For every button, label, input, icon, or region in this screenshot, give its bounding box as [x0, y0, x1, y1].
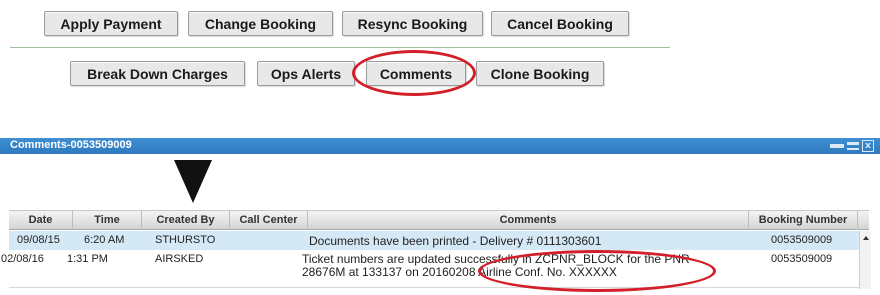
- dialog-title: Comments-0053509009: [10, 139, 132, 151]
- cell-created-by: STHURSTO: [155, 234, 216, 246]
- close-icon[interactable]: x: [862, 140, 874, 152]
- cell-time: 1:31 PM: [67, 253, 108, 265]
- cancel-booking-button[interactable]: Cancel Booking: [491, 11, 629, 36]
- cell-booking-number: 0053509009: [771, 234, 833, 246]
- comments-table-header: Date Time Created By Call Center Comment…: [9, 210, 869, 230]
- window-controls: x: [830, 139, 874, 153]
- column-header-created-by[interactable]: Created By: [142, 211, 230, 230]
- toolbar-divider: [10, 47, 670, 48]
- cell-date: 02/08/16: [1, 253, 44, 265]
- column-header-call-center[interactable]: Call Center: [230, 211, 308, 230]
- comments-dialog: Comments-0053509009 x Date Time Created …: [0, 138, 880, 295]
- vertical-scrollbar[interactable]: [859, 231, 871, 289]
- comments-button[interactable]: Comments: [366, 61, 466, 86]
- cell-booking-number: 0053509009: [771, 253, 833, 265]
- cell-time: 6:20 AM: [84, 234, 125, 246]
- minimize-icon[interactable]: [830, 144, 844, 148]
- cell-comment: Ticket numbers are updated successfully …: [302, 252, 690, 279]
- break-down-charges-button[interactable]: Break Down Charges: [70, 61, 245, 86]
- cell-created-by: AIRSKED: [155, 253, 204, 265]
- ops-alerts-button[interactable]: Ops Alerts: [257, 61, 355, 86]
- scroll-up-icon[interactable]: [863, 236, 869, 240]
- maximize-icon[interactable]: [847, 142, 859, 150]
- clone-booking-button[interactable]: Clone Booking: [476, 61, 604, 86]
- column-header-time[interactable]: Time: [73, 211, 142, 230]
- resync-booking-button[interactable]: Resync Booking: [342, 11, 483, 36]
- column-header-comments[interactable]: Comments: [308, 211, 749, 230]
- dialog-titlebar: Comments-0053509009 x: [0, 138, 880, 154]
- cell-comment: Documents have been printed - Delivery #…: [309, 234, 602, 248]
- table-row[interactable]: 02/08/16 1:31 PM AIRSKED Ticket numbers …: [1, 250, 859, 288]
- column-header-date[interactable]: Date: [9, 211, 73, 230]
- down-arrow-pointer-icon: [174, 160, 212, 203]
- change-booking-button[interactable]: Change Booking: [188, 11, 333, 36]
- apply-payment-button[interactable]: Apply Payment: [44, 11, 178, 36]
- table-row[interactable]: 09/08/15 6:20 AM STHURSTO Documents have…: [9, 231, 859, 250]
- cell-date: 09/08/15: [17, 234, 60, 246]
- column-header-booking-number[interactable]: Booking Number: [749, 211, 858, 230]
